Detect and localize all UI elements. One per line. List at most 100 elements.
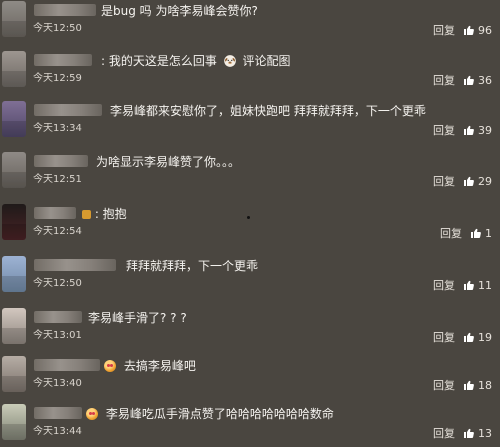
comment-time: 今天12:59 — [33, 73, 82, 84]
avatar[interactable] — [2, 404, 26, 440]
thumbs-up-icon — [463, 74, 475, 86]
like-count: 1 — [485, 226, 492, 240]
comment-time: 今天12:50 — [33, 278, 82, 289]
comment-text-body: : 抱抱 — [94, 207, 127, 221]
avatar[interactable] — [2, 51, 26, 87]
comment-item: 拜拜就拜拜，下一个更乖 今天12:50 回复 11 — [0, 256, 500, 302]
avatar[interactable] — [2, 204, 26, 240]
dog-sticker-icon — [223, 54, 237, 68]
like-count: 13 — [478, 426, 492, 440]
reply-button[interactable]: 回复 — [433, 22, 455, 38]
comment-text: 李易峰都来安慰你了，姐妹快跑吧 拜拜就拜拜，下一个更乖 — [110, 104, 426, 118]
comment-actions: 回复 13 — [433, 425, 492, 441]
thumbs-up-icon — [463, 175, 475, 187]
thumbs-up-icon — [463, 331, 475, 343]
like-button[interactable]: 36 — [463, 74, 492, 87]
thumbs-up-icon — [463, 379, 475, 391]
comment-actions: 回复 36 — [433, 72, 492, 88]
reply-button[interactable]: 回复 — [433, 377, 455, 393]
username-blurred[interactable] — [34, 259, 116, 271]
reply-button[interactable]: 回复 — [433, 122, 455, 138]
avatar[interactable] — [2, 256, 26, 292]
reply-button[interactable]: 回复 — [440, 225, 462, 241]
reply-button[interactable]: 回复 — [433, 329, 455, 345]
comment-actions: 回复 39 — [433, 122, 492, 138]
reply-button[interactable]: 回复 — [433, 425, 455, 441]
comment-time: 今天12:50 — [33, 23, 82, 34]
username-blurred[interactable] — [34, 359, 100, 371]
avatar[interactable] — [2, 1, 26, 37]
avatar[interactable] — [2, 308, 26, 344]
thumbs-up-icon — [463, 24, 475, 36]
comment-text-body: 去搞李易峰吧 — [123, 359, 196, 373]
like-count: 19 — [478, 330, 492, 344]
reply-button[interactable]: 回复 — [433, 277, 455, 293]
vip-badge-icon — [82, 210, 91, 219]
comment-actions: 回复 1 — [440, 225, 492, 241]
comment-text: 李易峰吃瓜手滑点赞了哈哈哈哈哈哈哈数命 — [86, 406, 334, 422]
comment-time: 今天13:01 — [33, 330, 82, 341]
like-button[interactable]: 18 — [463, 379, 492, 392]
comment-time: 今天12:54 — [33, 226, 82, 237]
thumbs-up-icon — [463, 427, 475, 439]
comment-text: 去搞李易峰吧 — [104, 358, 196, 374]
avatar[interactable] — [2, 356, 26, 392]
username-blurred[interactable] — [34, 104, 102, 116]
comment-text: 拜拜就拜拜，下一个更乖 — [126, 259, 259, 273]
comment-text: 为啥显示李易峰赞了你。。。 — [96, 155, 241, 169]
comment-text: 李易峰手滑了? ? ? — [88, 311, 187, 325]
like-count: 18 — [478, 378, 492, 392]
comment-text-body: 李易峰吃瓜手滑点赞了哈哈哈哈哈哈哈数命 — [105, 407, 334, 421]
thumbs-up-icon — [463, 279, 475, 291]
comment-time: 今天12:51 — [33, 174, 82, 185]
comment-text: 是bug 吗 为啥李易峰会赞你? — [101, 4, 258, 18]
comment-time: 今天13:44 — [33, 426, 82, 437]
username-blurred[interactable] — [34, 4, 96, 16]
comment-actions: 回复 29 — [433, 173, 492, 189]
comment-feed: 是bug 吗 为啥李易峰会赞你? 今天12:50 回复 96 : 我的天这是怎么… — [0, 0, 500, 447]
thumbs-up-icon — [470, 227, 482, 239]
comment-item: : 我的天这是怎么回事 评论配图 今天12:59 回复 36 — [0, 51, 500, 97]
reply-button[interactable]: 回复 — [433, 173, 455, 189]
like-button[interactable]: 13 — [463, 427, 492, 440]
thumbs-up-icon — [463, 124, 475, 136]
comment-item: 是bug 吗 为啥李易峰会赞你? 今天12:50 回复 96 — [0, 1, 500, 47]
comment-time: 今天13:34 — [33, 123, 82, 134]
like-button[interactable]: 96 — [463, 24, 492, 37]
avatar[interactable] — [2, 101, 26, 137]
comment-text: : 抱抱 — [80, 206, 127, 222]
comment-item: 李易峰都来安慰你了，姐妹快跑吧 拜拜就拜拜，下一个更乖 今天13:34 回复 3… — [0, 101, 500, 147]
stray-dot — [247, 216, 250, 219]
username-blurred[interactable] — [34, 155, 88, 167]
like-count: 29 — [478, 174, 492, 188]
like-button[interactable]: 29 — [463, 175, 492, 188]
username-blurred[interactable] — [34, 407, 82, 419]
comment-item: 为啥显示李易峰赞了你。。。 今天12:51 回复 29 — [0, 152, 500, 198]
username-blurred[interactable] — [34, 54, 92, 66]
username-blurred[interactable] — [34, 207, 76, 219]
like-button[interactable]: 1 — [470, 227, 492, 240]
reply-button[interactable]: 回复 — [433, 72, 455, 88]
comment-actions: 回复 18 — [433, 377, 492, 393]
comment-actions: 回复 11 — [433, 277, 492, 293]
username-blurred[interactable] — [34, 311, 82, 323]
comment-item: : 抱抱 今天12:54 回复 1 — [0, 204, 500, 250]
comment-actions: 回复 19 — [433, 329, 492, 345]
comment-item: 去搞李易峰吧 今天13:40 回复 18 — [0, 356, 500, 402]
comment-text-body: : 我的天这是怎么回事 — [101, 54, 217, 68]
attachment-label[interactable]: 评论配图 — [243, 54, 291, 68]
like-count: 96 — [478, 23, 492, 37]
face-emoji-icon — [86, 408, 98, 420]
avatar[interactable] — [2, 152, 26, 188]
like-count: 36 — [478, 73, 492, 87]
like-button[interactable]: 19 — [463, 331, 492, 344]
face-emoji-icon — [104, 360, 116, 372]
comment-actions: 回复 96 — [433, 22, 492, 38]
comment-time: 今天13:40 — [33, 378, 82, 389]
comment-text: : 我的天这是怎么回事 评论配图 — [101, 53, 291, 69]
comment-item: 李易峰手滑了? ? ? 今天13:01 回复 19 — [0, 308, 500, 354]
like-count: 11 — [478, 278, 492, 292]
like-count: 39 — [478, 123, 492, 137]
like-button[interactable]: 39 — [463, 124, 492, 137]
like-button[interactable]: 11 — [463, 279, 492, 292]
